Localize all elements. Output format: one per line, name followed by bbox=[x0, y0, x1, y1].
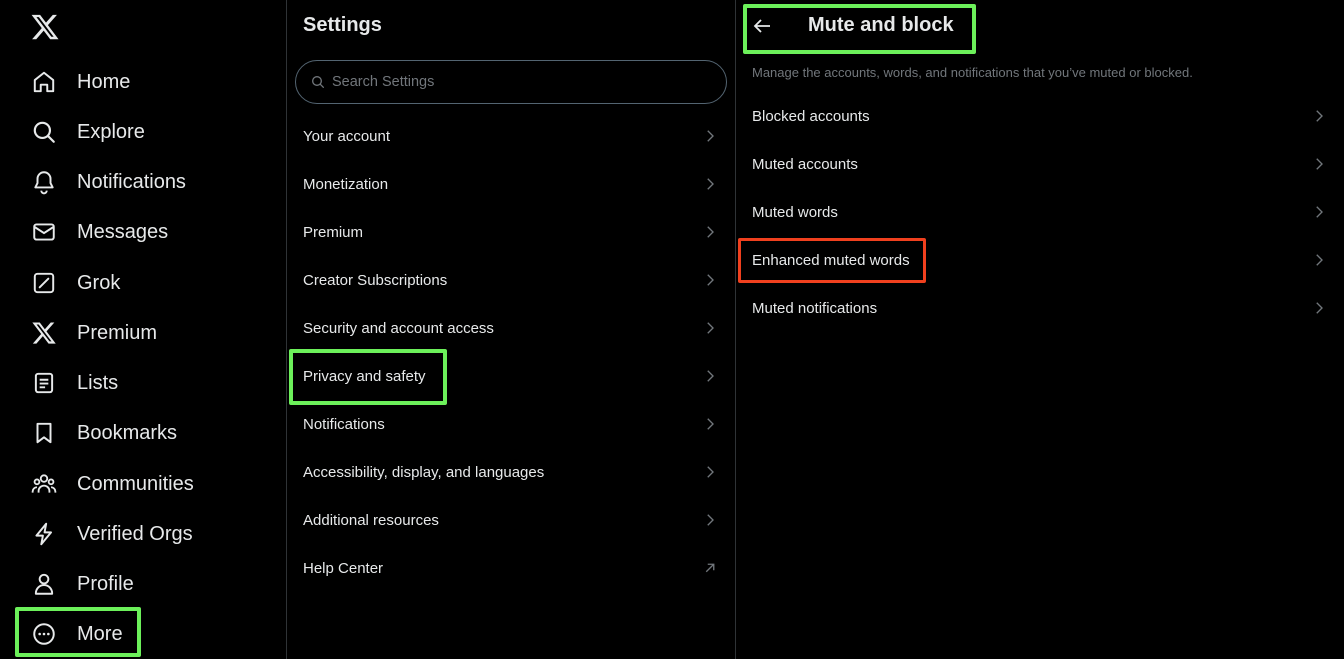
settings-item-security[interactable]: Security and account access bbox=[287, 304, 735, 352]
page-description: Manage the accounts, words, and notifica… bbox=[752, 65, 1193, 80]
mute-item-enhanced-muted-words[interactable]: Enhanced muted words bbox=[736, 236, 1328, 284]
people-icon bbox=[30, 470, 58, 498]
nav-home[interactable]: Home bbox=[30, 62, 130, 102]
chevron-right-icon bbox=[707, 274, 714, 286]
nav-label: Notifications bbox=[77, 170, 186, 193]
settings-item-notifications[interactable]: Notifications bbox=[287, 400, 735, 448]
chevron-right-icon bbox=[707, 130, 714, 142]
nav-label: More bbox=[77, 622, 123, 645]
lightning-icon bbox=[30, 520, 58, 548]
nav-label: Profile bbox=[77, 572, 134, 595]
search-icon bbox=[30, 118, 58, 146]
x-logo-icon bbox=[30, 319, 58, 347]
bookmark-icon bbox=[30, 419, 58, 447]
nav-lists[interactable]: Lists bbox=[30, 363, 118, 403]
nav-label: Premium bbox=[77, 321, 158, 344]
search-input[interactable] bbox=[332, 74, 712, 90]
search-box[interactable] bbox=[295, 60, 727, 104]
nav-label: Verified Orgs bbox=[77, 522, 193, 545]
nav-verified-orgs[interactable]: Verified Orgs bbox=[30, 514, 193, 554]
more-circle-icon bbox=[30, 620, 58, 648]
settings-item-help-center[interactable]: Help Center bbox=[287, 544, 735, 592]
nav-label: Messages bbox=[77, 220, 169, 243]
mute-item-blocked-accounts[interactable]: Blocked accounts bbox=[736, 92, 1328, 140]
nav-label: Explore bbox=[77, 120, 145, 143]
nav-grok[interactable]: Grok bbox=[30, 263, 120, 303]
settings-item-monetization[interactable]: Monetization bbox=[287, 160, 735, 208]
bell-icon bbox=[30, 168, 58, 196]
nav-label: Home bbox=[77, 70, 131, 93]
settings-item-label: Creator Subscriptions bbox=[303, 271, 448, 289]
nav-label: Grok bbox=[77, 271, 121, 294]
search-icon bbox=[312, 76, 324, 88]
settings-item-creator-subscriptions[interactable]: Creator Subscriptions bbox=[287, 256, 735, 304]
settings-item-label: Premium bbox=[303, 223, 364, 241]
settings-item-label: Monetization bbox=[303, 175, 389, 193]
chevron-right-icon bbox=[707, 370, 714, 382]
primary-nav: Home Explore Notifications Messages Grok… bbox=[0, 0, 286, 659]
settings-item-label: Notifications bbox=[303, 415, 385, 433]
back-arrow-icon[interactable] bbox=[750, 14, 774, 38]
list-icon bbox=[30, 369, 58, 397]
nav-profile[interactable]: Profile bbox=[30, 564, 134, 604]
chevron-right-icon bbox=[707, 178, 714, 190]
page-title: Mute and block bbox=[808, 14, 954, 36]
x-logo-icon[interactable] bbox=[30, 12, 60, 42]
settings-item-accessibility[interactable]: Accessibility, display, and languages bbox=[287, 448, 735, 496]
settings-item-privacy-and-safety[interactable]: Privacy and safety bbox=[287, 352, 735, 400]
nav-explore[interactable]: Explore bbox=[30, 112, 145, 152]
mute-item-muted-notifications[interactable]: Muted notifications bbox=[736, 284, 1328, 332]
chevron-right-icon bbox=[1316, 206, 1323, 218]
settings-item-label: Help Center bbox=[303, 559, 384, 577]
settings-item-label: Security and account access bbox=[303, 319, 494, 337]
external-link-icon bbox=[705, 563, 715, 573]
settings-item-additional-resources[interactable]: Additional resources bbox=[287, 496, 735, 544]
settings-item-label: Additional resources bbox=[303, 511, 439, 529]
mute-item-label: Muted words bbox=[752, 203, 838, 221]
nav-more[interactable]: More bbox=[30, 614, 123, 654]
nav-label: Bookmarks bbox=[77, 421, 178, 444]
nav-messages[interactable]: Messages bbox=[30, 212, 168, 252]
chevron-right-icon bbox=[707, 322, 714, 334]
chevron-right-icon bbox=[1316, 158, 1323, 170]
person-icon bbox=[30, 570, 58, 598]
nav-label: Lists bbox=[77, 371, 119, 394]
chevron-right-icon bbox=[707, 418, 714, 430]
grok-icon bbox=[30, 269, 58, 297]
mute-item-label: Blocked accounts bbox=[752, 107, 870, 125]
mute-item-label: Enhanced muted words bbox=[752, 251, 910, 269]
settings-item-label: Accessibility, display, and languages bbox=[303, 463, 545, 481]
nav-bookmarks[interactable]: Bookmarks bbox=[30, 413, 177, 453]
envelope-icon bbox=[30, 218, 58, 246]
mute-item-label: Muted notifications bbox=[752, 299, 878, 317]
chevron-right-icon bbox=[707, 226, 714, 238]
chevron-right-icon bbox=[1316, 110, 1323, 122]
mute-and-block-panel: Mute and block Manage the accounts, word… bbox=[736, 0, 1344, 659]
mute-item-label: Muted accounts bbox=[752, 155, 858, 173]
nav-label: Communities bbox=[77, 472, 194, 495]
chevron-right-icon bbox=[707, 514, 714, 526]
chevron-right-icon bbox=[707, 466, 714, 478]
chevron-right-icon bbox=[1316, 302, 1323, 314]
settings-item-premium[interactable]: Premium bbox=[287, 208, 735, 256]
settings-item-your-account[interactable]: Your account bbox=[287, 112, 735, 160]
settings-panel: Settings Your account Monetization Premi… bbox=[287, 0, 735, 659]
chevron-right-icon bbox=[1316, 254, 1323, 266]
mute-item-muted-accounts[interactable]: Muted accounts bbox=[736, 140, 1328, 188]
mute-item-muted-words[interactable]: Muted words bbox=[736, 188, 1328, 236]
nav-premium[interactable]: Premium bbox=[30, 313, 157, 353]
settings-item-label: Your account bbox=[303, 127, 391, 145]
home-icon bbox=[30, 68, 58, 96]
nav-communities[interactable]: Communities bbox=[30, 464, 194, 504]
page-title: Settings bbox=[303, 14, 382, 36]
settings-item-label: Privacy and safety bbox=[303, 367, 426, 385]
nav-notifications[interactable]: Notifications bbox=[30, 162, 186, 202]
